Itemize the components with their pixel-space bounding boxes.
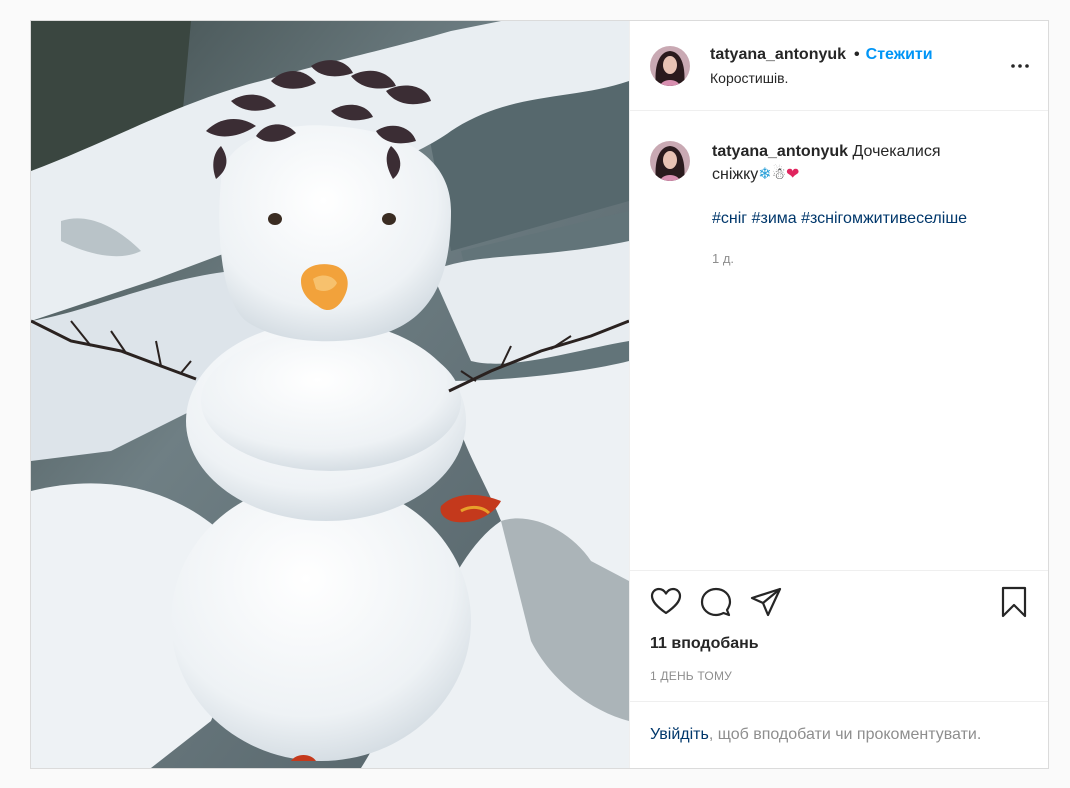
bookmark-icon[interactable] bbox=[998, 586, 1030, 618]
comments-area: tatyana_antonyuk Дочекалися сніжку❄☃❤ #с… bbox=[630, 111, 1048, 570]
hashtags: #сніг #зима #зснігомжитивеселіше bbox=[712, 208, 1012, 230]
post-header: tatyana_antonyuk • Стежити Коростишів. bbox=[630, 21, 1048, 111]
caption-avatar[interactable] bbox=[650, 141, 690, 181]
more-horizontal-icon[interactable] bbox=[1008, 54, 1032, 78]
separator-dot: • bbox=[854, 45, 860, 63]
hashtag-link[interactable]: #зснігомжитивеселіше bbox=[801, 210, 967, 227]
caption-time[interactable]: 1 д. bbox=[712, 248, 1012, 270]
likes-count[interactable]: 11 вподобань bbox=[650, 635, 1030, 653]
hashtag-link[interactable]: #зима bbox=[752, 210, 797, 227]
paper-plane-icon[interactable] bbox=[750, 586, 782, 618]
avatar[interactable] bbox=[650, 45, 690, 86]
caption-text-1: Дочекалися bbox=[852, 143, 941, 160]
caption-body: tatyana_antonyuk Дочекалися сніжку❄☃❤ #с… bbox=[712, 141, 1012, 270]
username-link[interactable]: tatyana_antonyuk bbox=[710, 46, 846, 64]
login-text: , щоб вподобати чи прокоментувати. bbox=[708, 726, 982, 743]
follow-button[interactable]: Стежити bbox=[866, 46, 933, 64]
header-row: tatyana_antonyuk • Стежити bbox=[710, 46, 1008, 64]
snowman-emoji-icon: ☃ bbox=[771, 164, 787, 183]
post-photo[interactable] bbox=[31, 21, 629, 768]
caption: tatyana_antonyuk Дочекалися сніжку❄☃❤ #с… bbox=[650, 141, 1028, 270]
caption-username[interactable]: tatyana_antonyuk bbox=[712, 143, 848, 160]
location-link[interactable]: Коростишів. bbox=[710, 70, 1008, 86]
caption-text-2: сніжку bbox=[712, 166, 759, 183]
post-sidebar: tatyana_antonyuk • Стежити Коростишів. t… bbox=[629, 21, 1048, 768]
comment-icon[interactable] bbox=[700, 586, 732, 618]
heart-emoji-icon: ❤ bbox=[786, 164, 800, 183]
hashtag-link[interactable]: #сніг bbox=[712, 210, 747, 227]
post-actions: 11 вподобань 1 день тому bbox=[630, 570, 1048, 683]
snowflake-emoji-icon: ❄ bbox=[758, 164, 772, 183]
post-header-text: tatyana_antonyuk • Стежити Коростишів. bbox=[710, 46, 1008, 86]
post-time[interactable]: 1 день тому bbox=[650, 669, 1030, 683]
snowman-photo-illustration bbox=[31, 21, 629, 768]
instagram-post: tatyana_antonyuk • Стежити Коростишів. t… bbox=[30, 20, 1049, 769]
heart-icon[interactable] bbox=[650, 586, 682, 618]
login-link[interactable]: Увійдіть bbox=[650, 726, 709, 744]
login-prompt: Увійдіть, щоб вподобати чи прокоментуват… bbox=[630, 701, 1048, 768]
action-icons bbox=[650, 585, 1030, 619]
